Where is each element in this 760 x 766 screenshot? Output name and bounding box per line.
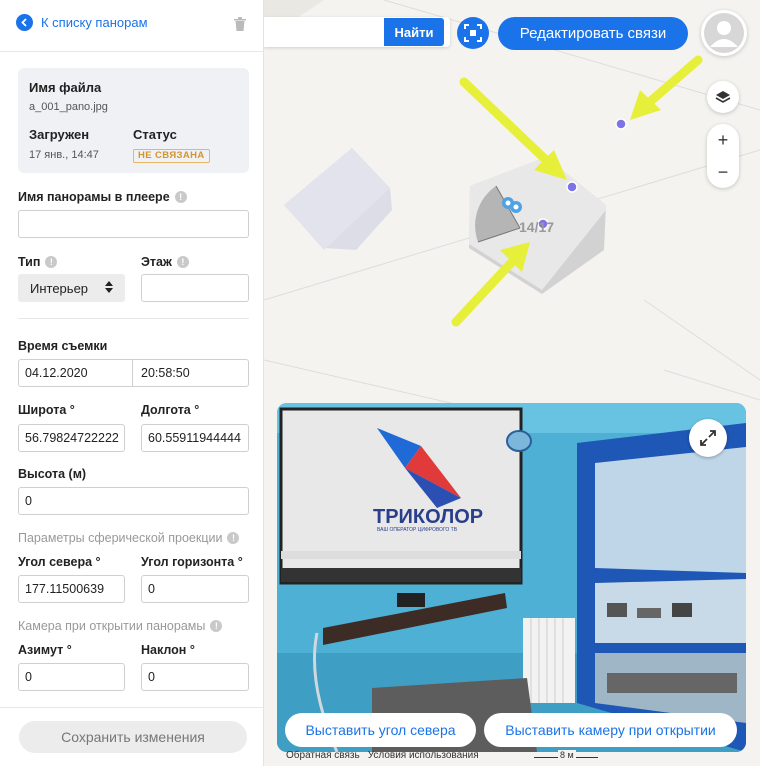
feedback-link[interactable]: Обратная связь	[286, 750, 360, 761]
select-arrows-icon	[105, 281, 113, 293]
longitude-input[interactable]: 60.55911944444	[141, 424, 249, 452]
map-footer: Обратная связь Условия использования 8 м	[264, 750, 598, 761]
zoom-control: + −	[707, 124, 739, 188]
shoot-time-label: Время съемки	[18, 339, 108, 353]
uploaded-label: Загружен	[29, 127, 90, 142]
height-input[interactable]: 0	[18, 487, 249, 515]
panorama-image: ТРИКОЛОР ВАШ ОПЕРАТОР ЦИФРОВОГО ТВ	[277, 403, 746, 752]
brand-sub: ВАШ ОПЕРАТОР ЦИФРОВОГО ТВ	[377, 527, 458, 533]
azimuth-label: Азимут °	[18, 643, 72, 657]
expand-icon	[700, 430, 716, 446]
scale-label: 8 м	[558, 750, 576, 760]
zoom-out-button[interactable]: −	[707, 156, 739, 188]
edit-links-button[interactable]: Редактировать связи	[498, 17, 688, 50]
scan-icon	[464, 24, 482, 42]
azimuth-input[interactable]: 0	[18, 663, 125, 691]
uploaded-value: 17 янв., 14:47	[29, 149, 99, 161]
building-number-label: 14/17	[519, 219, 555, 235]
zoom-in-button[interactable]: +	[707, 124, 739, 156]
type-select-value: Интерьер	[30, 280, 89, 296]
file-info-card: Имя файла a_001_pano.jpg Загружен 17 янв…	[18, 68, 249, 173]
filename-label: Имя файла	[29, 80, 102, 95]
trash-icon[interactable]	[234, 17, 246, 31]
user-icon	[704, 13, 744, 53]
tilt-input[interactable]: 0	[141, 663, 249, 691]
layers-button[interactable]	[707, 81, 739, 113]
layers-icon	[715, 91, 731, 103]
find-button[interactable]: Найти	[384, 18, 444, 46]
player-name-input[interactable]	[18, 210, 249, 238]
date-input[interactable]: 04.12.2020	[18, 359, 133, 387]
player-name-label: Имя панорамы в плеере!	[18, 190, 187, 204]
camera-section-label: Камера при открытии панорамы!	[18, 619, 223, 633]
search-input[interactable]	[264, 18, 384, 46]
tilt-label: Наклон °	[141, 643, 195, 657]
set-north-angle-button[interactable]: Выставить угол севера	[285, 713, 476, 747]
status-label: Статус	[133, 127, 177, 142]
divider	[18, 318, 249, 319]
sphere-section-label: Параметры сферической проекции!	[18, 531, 240, 545]
status-badge: НЕ СВЯЗАНА	[133, 149, 210, 163]
type-label: Тип!	[18, 255, 58, 269]
north-angle-input[interactable]: 177.11500639	[18, 575, 125, 603]
filename-value: a_001_pano.jpg	[29, 101, 108, 113]
latitude-label: Широта °	[18, 403, 75, 417]
fit-view-button[interactable]	[457, 17, 489, 49]
info-icon: !	[174, 191, 187, 203]
time-input[interactable]: 20:58:50	[132, 359, 249, 387]
latitude-input[interactable]: 56.79824722222	[18, 424, 125, 452]
longitude-label: Долгота °	[141, 403, 200, 417]
horizon-angle-input[interactable]: 0	[141, 575, 249, 603]
set-camera-button[interactable]: Выставить камеру при открытии	[484, 713, 737, 747]
info-icon: !	[227, 532, 240, 544]
terms-link[interactable]: Условия использования	[368, 750, 479, 761]
floor-label: Этаж!	[141, 255, 189, 269]
info-icon: !	[176, 256, 189, 268]
type-select[interactable]: Интерьер	[18, 274, 125, 302]
divider	[0, 707, 264, 708]
expand-panorama-button[interactable]	[689, 419, 727, 457]
footer-spacer	[264, 750, 278, 761]
horizon-angle-label: Угол горизонта °	[141, 555, 243, 569]
back-label: К списку панорам	[41, 15, 148, 30]
floor-input[interactable]	[141, 274, 249, 302]
height-label: Высота (м)	[18, 467, 87, 481]
back-to-list-link[interactable]: К списку панорам	[16, 14, 148, 31]
save-changes-button[interactable]: Сохранить изменения	[19, 721, 247, 753]
brand-text: ТРИКОЛОР	[373, 506, 483, 528]
divider	[0, 51, 264, 52]
info-icon: !	[210, 620, 223, 632]
user-avatar[interactable]	[701, 10, 747, 56]
north-angle-label: Угол севера °	[18, 555, 101, 569]
panorama-preview[interactable]: ТРИКОЛОР ВАШ ОПЕРАТОР ЦИФРОВОГО ТВ	[277, 403, 746, 752]
info-icon: !	[45, 256, 58, 268]
sidebar: К списку панорам Имя файла a_001_pano.jp…	[0, 0, 264, 766]
back-arrow-icon	[16, 14, 33, 31]
